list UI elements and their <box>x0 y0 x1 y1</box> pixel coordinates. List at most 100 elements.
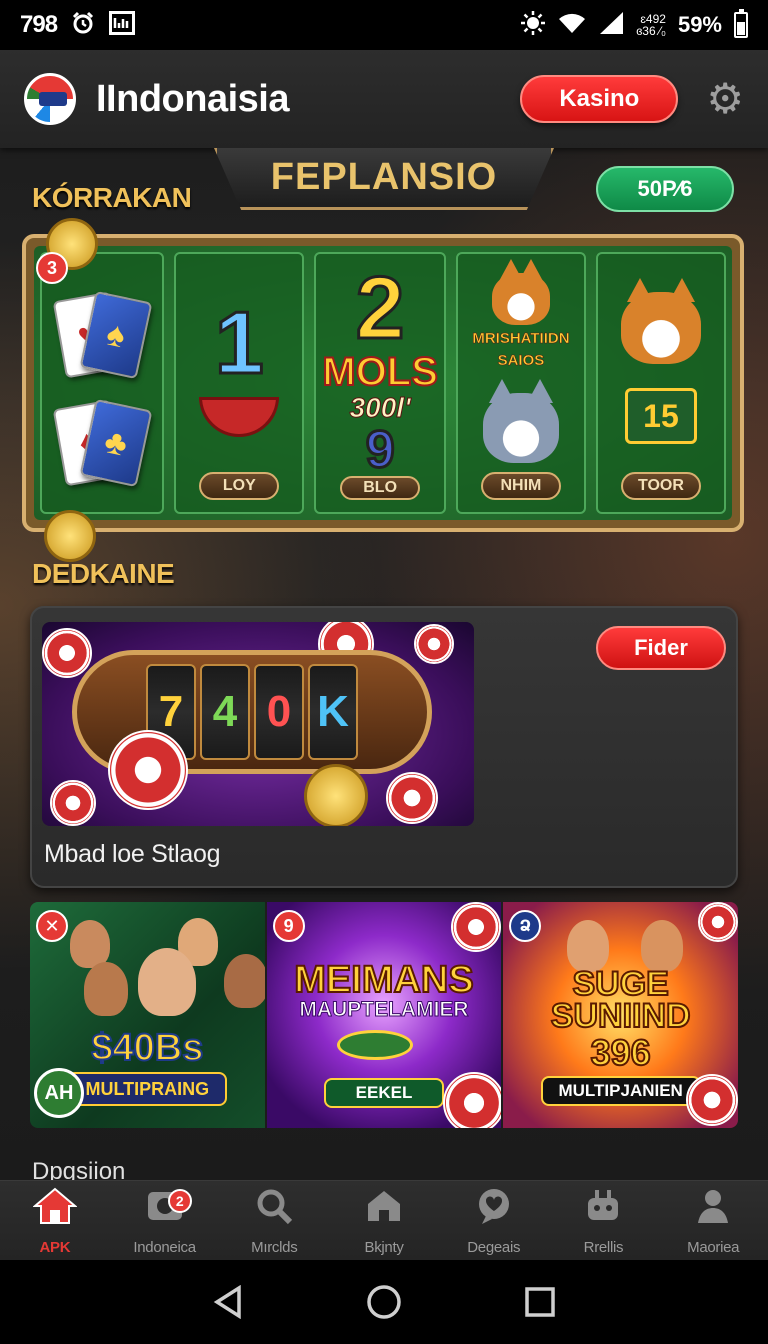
nav-item-rrellis[interactable]: Rrellis <box>549 1181 659 1260</box>
featured-game-board: ♥ ♠ ♦ ♣ 1 LOY 2 MO <box>22 234 744 532</box>
nav-label: Mırclds <box>251 1238 298 1256</box>
person-image <box>138 948 196 1016</box>
chip-icon <box>451 902 502 952</box>
bottom-nav: APK 2 Indoneica Mırclds Bkjnty Degeais R… <box>0 1180 768 1260</box>
nav-label: Indoneica <box>133 1238 196 1256</box>
tile-count-badge: 9 <box>272 910 305 942</box>
system-nav-bar <box>0 1260 768 1344</box>
tile-title-line-2: MAUPTELAMIER <box>299 998 469 1021</box>
app-title: IIndonaisia <box>96 77 289 120</box>
game-column-toor[interactable]: 15 TOOR <box>595 252 726 514</box>
nav-item-indoneica[interactable]: 2 Indoneica <box>110 1181 220 1260</box>
recents-icon[interactable] <box>520 1282 560 1322</box>
robot-icon <box>583 1186 623 1235</box>
tile-number: 396 <box>590 1032 652 1073</box>
nav-item-apk[interactable]: APK <box>0 1181 110 1260</box>
person-image <box>224 954 265 1008</box>
search-icon <box>254 1186 294 1235</box>
reel: 4 <box>200 664 250 760</box>
kasino-button[interactable]: Kasino <box>520 75 679 123</box>
mols-sub-number: 300l' <box>349 392 411 424</box>
wifi-icon <box>558 12 586 39</box>
nav-label: APK <box>39 1238 71 1256</box>
chip-icon <box>50 780 96 826</box>
status-time: 798 <box>20 11 58 38</box>
app-header: IIndonaisia Kasino ⚙ <box>0 50 768 148</box>
tile-corner-badge: AH <box>34 1068 84 1118</box>
card-15-art: 15 <box>624 388 697 444</box>
game-button-nhim[interactable]: NHIM <box>480 472 561 500</box>
nav-label: Maoriea <box>687 1238 740 1256</box>
tile-title: $40Bs <box>90 1027 204 1069</box>
nav-label: Bkjnty <box>364 1238 404 1256</box>
feature-banner: FEPLANSIO <box>214 148 554 210</box>
promo-caption: Mbad loe Stlaog <box>44 840 221 868</box>
emblem-icon <box>336 1030 413 1060</box>
fider-button[interactable]: Fider <box>596 626 726 670</box>
game-column-cards[interactable]: ♥ ♠ ♦ ♣ <box>40 252 165 514</box>
chip-icon <box>386 772 438 824</box>
mols-art-text: MOLS <box>321 350 439 394</box>
reel: 0 <box>254 664 304 760</box>
signal-icon <box>598 11 624 40</box>
game-button-blo[interactable]: BLO <box>340 476 421 500</box>
tile-title-line-1: MEIMANS <box>293 959 474 1001</box>
alarm-icon <box>71 11 95 40</box>
tile-title-line-1: SUGE <box>572 965 670 1003</box>
network-info: ɛ492 ɞ36 ⁄₀ <box>636 13 666 37</box>
home-circle-icon[interactable] <box>364 1282 404 1322</box>
coin-icon <box>304 764 368 826</box>
tile-banner: MULTIPJANIEN <box>540 1076 701 1106</box>
section-label-featured: KÓRRAKAN <box>32 182 192 213</box>
status-bar: 798 ɛ492 ɞ36 ⁄₀ 59% <box>0 0 768 50</box>
logo-icon[interactable] <box>24 73 76 125</box>
nav-item-degeais[interactable]: Degeais <box>439 1181 549 1260</box>
chip-icon <box>414 624 454 664</box>
game-column-blo[interactable]: 2 MOLS 300l' 9 BLO <box>314 252 446 514</box>
tile-title-line-2: SUNIIND <box>550 997 692 1035</box>
game-caption-line-2: SAIOS <box>497 352 545 369</box>
cat-icon <box>491 259 550 326</box>
fox-icon <box>620 278 701 364</box>
battery-percent: 59% <box>677 12 722 37</box>
game-column-nhim[interactable]: MRISHATIIDN SAIOS NHIM <box>455 252 586 514</box>
nav-item-maoriea[interactable]: Maoriea <box>658 1181 768 1260</box>
game-button-toor[interactable]: TOOR <box>620 472 701 500</box>
nav-label: Degeais <box>467 1238 521 1256</box>
screen: 798 ɛ492 ɞ36 ⁄₀ 59% IIndonaisia Kasino ⚙… <box>0 0 768 1344</box>
close-icon[interactable]: ✕ <box>36 910 68 942</box>
battery-fill <box>737 22 745 35</box>
tile-banner: MULTIPRAING <box>67 1072 228 1106</box>
percent-badge[interactable]: 50P⁄6 <box>596 166 734 212</box>
tile-badge: Ձ <box>509 910 542 942</box>
coin-icon <box>44 510 96 562</box>
nav-item-mirclds[interactable]: Mırclds <box>219 1181 329 1260</box>
section-label-promo: DEDKAINE <box>32 558 175 589</box>
back-icon[interactable] <box>208 1282 248 1322</box>
nav-item-bkjnty[interactable]: Bkjnty <box>329 1181 439 1260</box>
brightness-icon <box>520 10 546 41</box>
featured-count-badge: 3 <box>36 252 68 284</box>
notification-badge: 2 <box>167 1189 192 1213</box>
image-notification-icon <box>109 10 136 40</box>
home-icon <box>32 1186 78 1235</box>
person-image <box>84 962 128 1016</box>
number-nine-art: 9 <box>364 421 396 479</box>
house-icon <box>364 1186 404 1235</box>
gear-icon[interactable]: ⚙ <box>706 78 744 120</box>
promo-card[interactable]: 7 4 0 K Fider Mbad loe Stlaog <box>30 606 738 888</box>
slot-machine-image: 7 4 0 K <box>42 622 474 826</box>
reel: K <box>308 664 358 760</box>
person-image <box>70 920 110 968</box>
tile-banner: EEKEL <box>324 1078 444 1108</box>
game-tile[interactable]: Ձ SUGE SUNIIND 396 MULTIPJANIEN <box>503 902 738 1128</box>
game-tile[interactable]: ✕ $40Bs MULTIPRAING AH <box>30 902 265 1128</box>
pot-icon <box>199 397 280 437</box>
chip-icon <box>108 730 188 810</box>
chat-icon <box>474 1186 514 1235</box>
chip-icon <box>42 628 92 678</box>
game-tile[interactable]: 9 MEIMANS MAUPTELAMIER EEKEL <box>266 902 502 1128</box>
game-button-loy[interactable]: LOY <box>199 472 280 500</box>
cat-icon <box>482 378 559 463</box>
game-column-loy[interactable]: 1 LOY <box>174 252 305 514</box>
